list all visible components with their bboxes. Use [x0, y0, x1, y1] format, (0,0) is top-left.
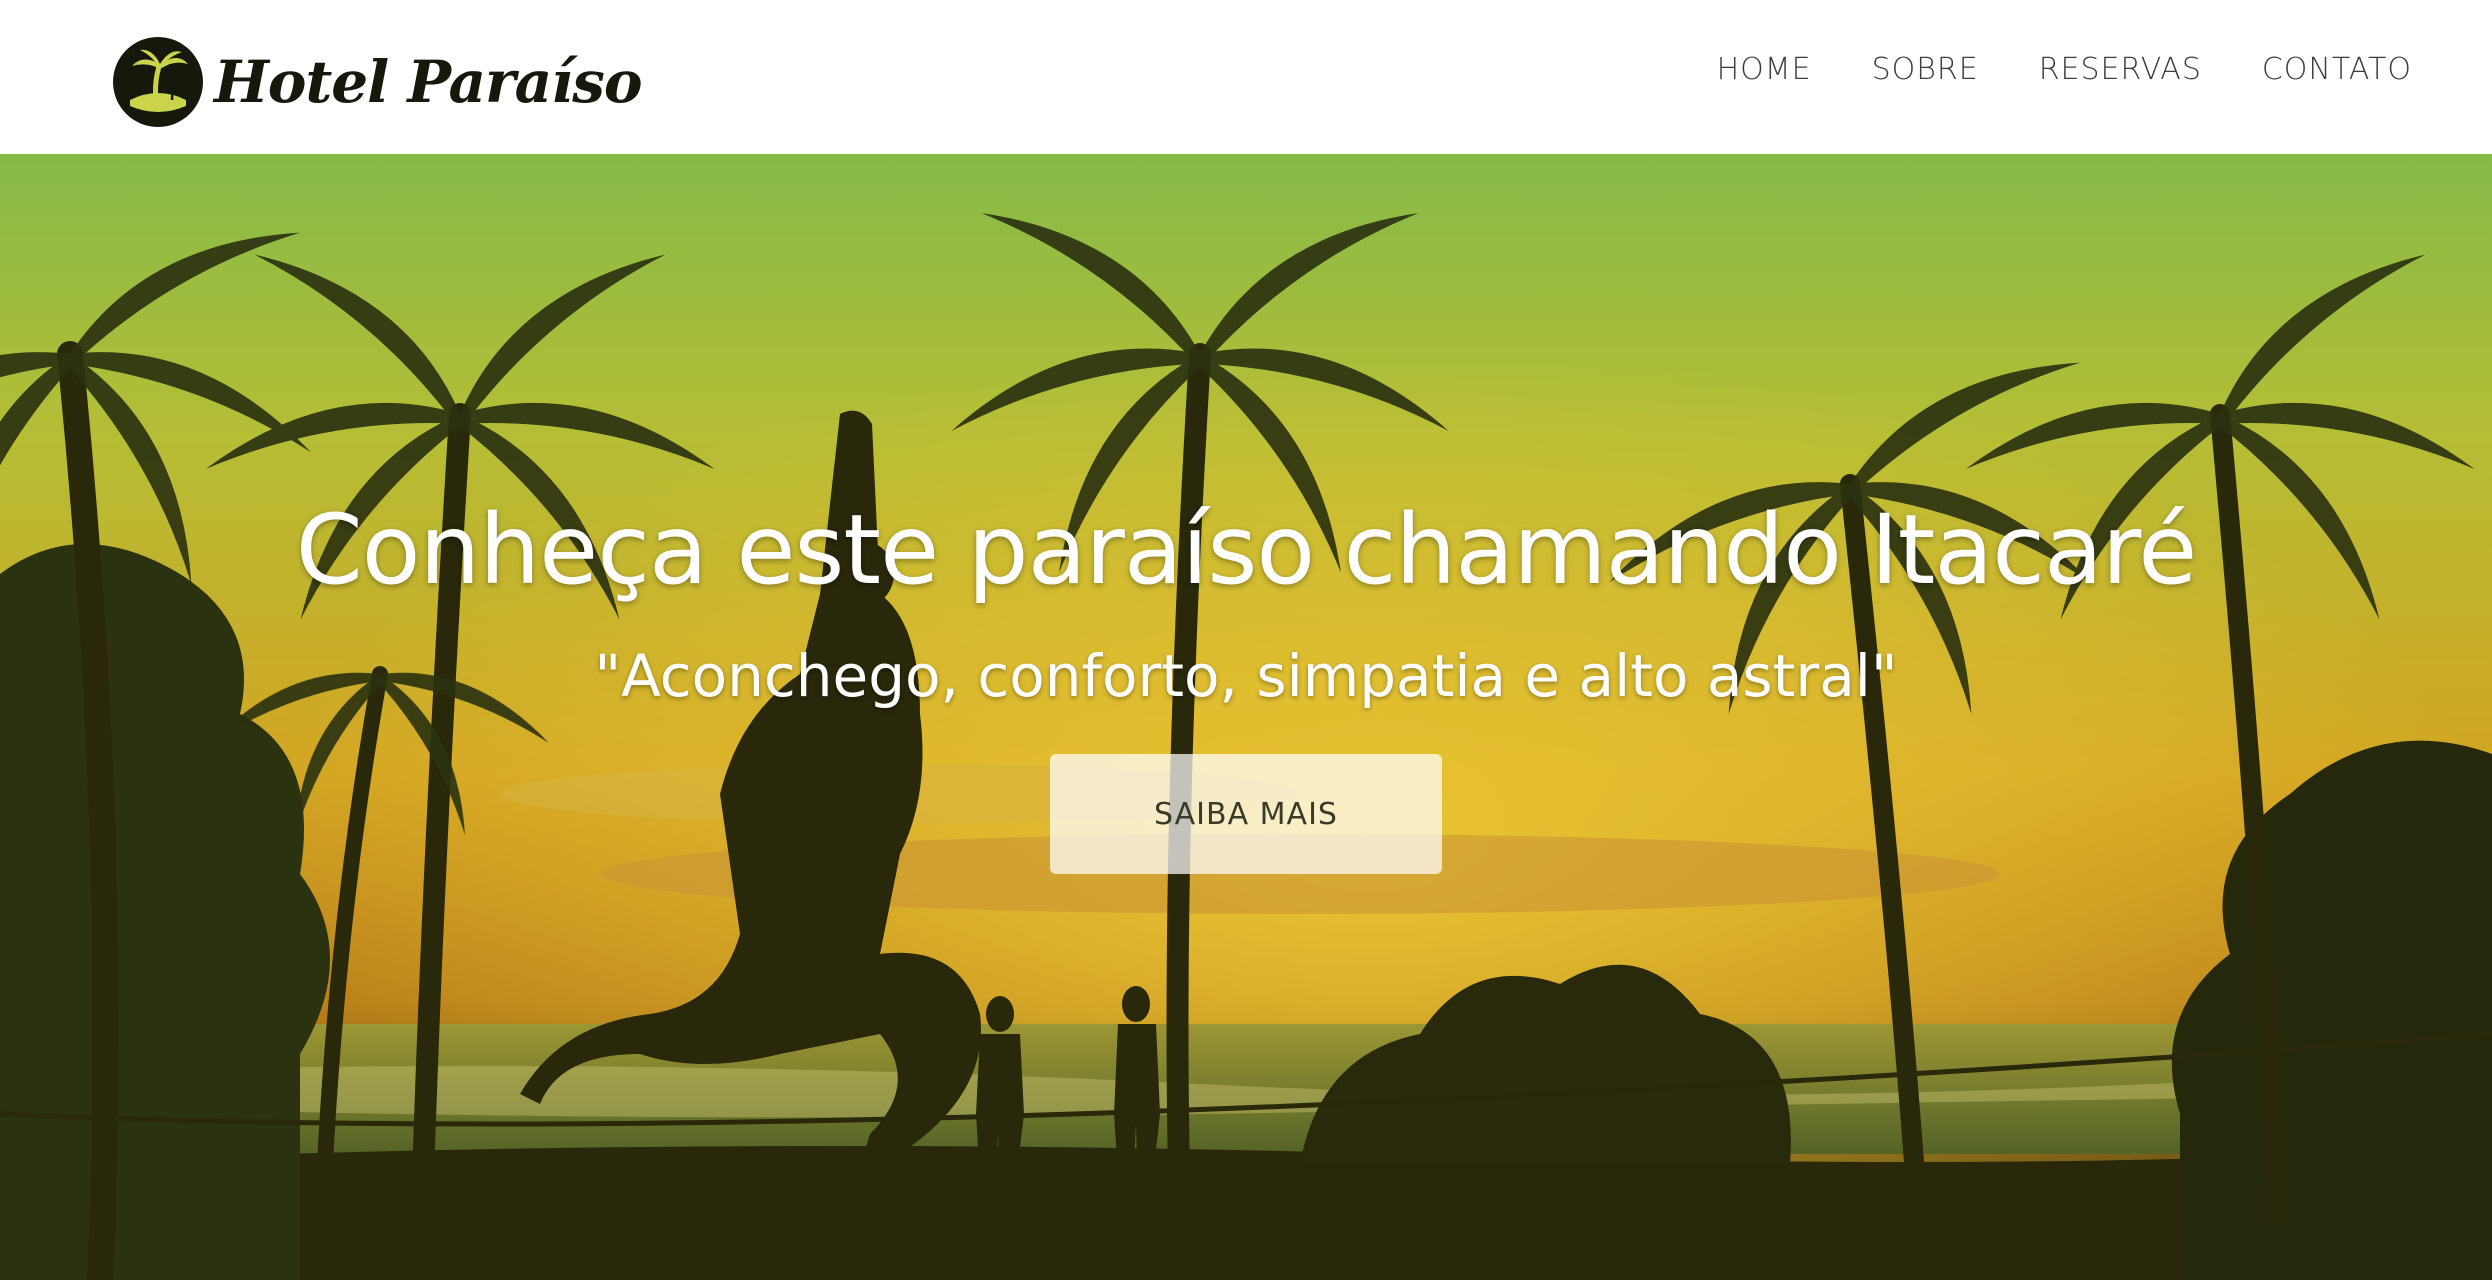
- brand-name: Hotel Paraíso: [214, 48, 643, 116]
- saiba-mais-button[interactable]: SAIBA MAIS: [1050, 754, 1442, 874]
- hero-subtitle: "Aconchego, conforto, simpatia e alto as…: [594, 642, 1898, 710]
- brand-link[interactable]: Hotel Paraíso: [112, 36, 643, 128]
- nav-item-home[interactable]: HOME: [1717, 52, 1812, 87]
- nav-item-sobre[interactable]: SOBRE: [1872, 52, 1979, 87]
- main-nav: HOME SOBRE RESERVAS CONTATO: [1717, 52, 2412, 87]
- palm-tree-icon: [113, 37, 203, 127]
- hero-section: Conheça este paraíso chamando Itacaré "A…: [0, 154, 2492, 1280]
- nav-item-contato[interactable]: CONTATO: [2262, 52, 2412, 87]
- hero-title: Conheça este paraíso chamando Itacaré: [295, 494, 2198, 606]
- hero-background-image: [0, 154, 2492, 1280]
- nav-item-reservas[interactable]: RESERVAS: [2039, 52, 2202, 87]
- navbar: Hotel Paraíso HOME SOBRE RESERVAS CONTAT…: [0, 0, 2492, 154]
